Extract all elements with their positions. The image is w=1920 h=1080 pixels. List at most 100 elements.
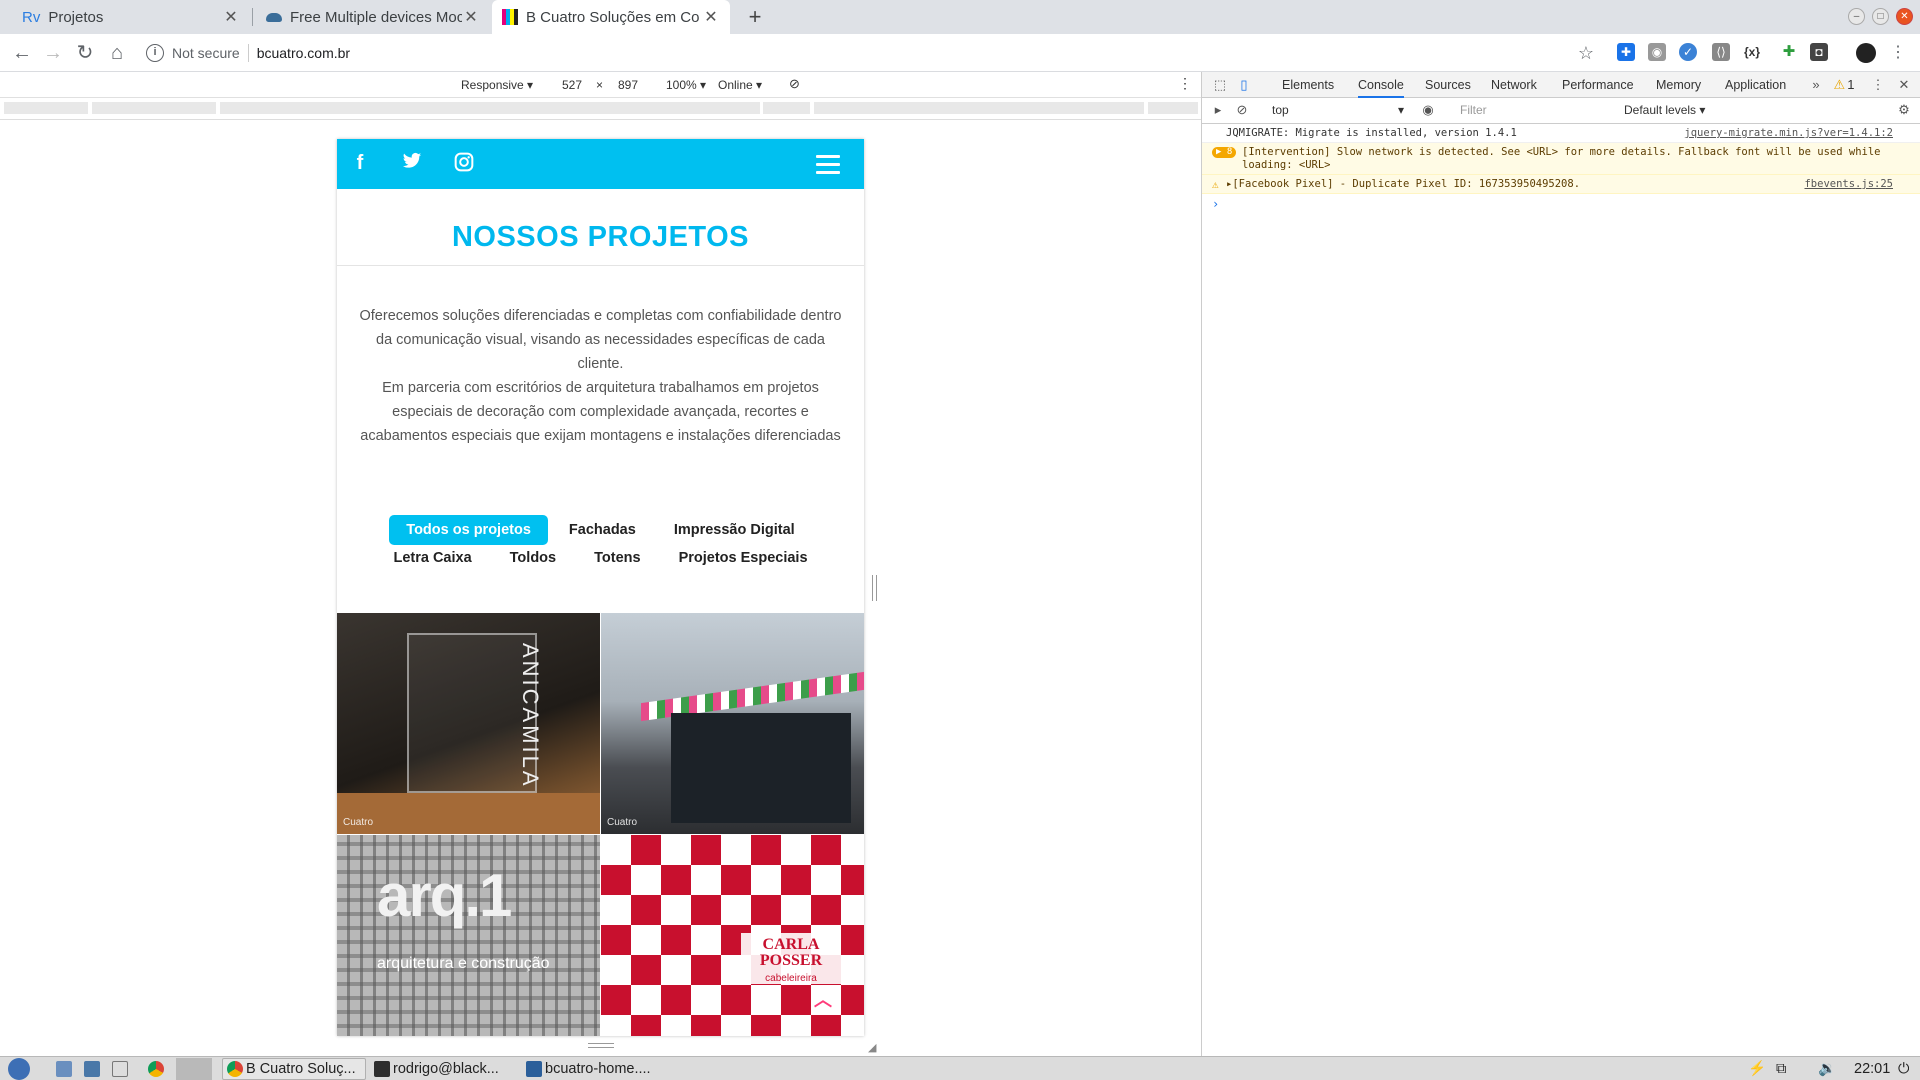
home-icon[interactable]: ⌂ [105,41,129,65]
media-query-segment[interactable] [4,102,88,114]
tab-memory[interactable]: Memory [1656,72,1701,98]
extension-plus-icon[interactable]: ✚ [1617,43,1635,61]
start-menu-icon[interactable] [8,1058,33,1080]
media-query-segment[interactable] [92,102,216,114]
close-tab-icon[interactable]: ✕ [222,7,240,27]
tab-network[interactable]: Network [1491,72,1537,98]
tab-bcuatro[interactable]: B Cuatro Soluções em Co ✕ [492,0,730,34]
resize-handle-bottom[interactable] [588,1043,614,1048]
inspect-element-icon[interactable]: ⬚ [1212,77,1228,93]
chrome-launcher-icon[interactable] [148,1058,167,1080]
scroll-to-top-icon[interactable]: ︿ [814,986,832,1012]
filter-fachadas[interactable]: Fachadas [552,515,653,545]
rotate-icon[interactable]: ⊘ [789,76,800,92]
workspace-switcher[interactable] [176,1058,212,1080]
omnibox-divider [247,44,249,62]
forward-arrow-icon[interactable]: → [41,41,65,65]
shutdown-icon[interactable]: ⏻ [1898,1058,1909,1080]
new-tab-button[interactable]: + [742,4,768,30]
source-link[interactable]: fbevents.js:25 [1804,178,1893,191]
source-link[interactable]: jquery-migrate.min.js?ver=1.4.1:2 [1684,127,1893,140]
task-editor[interactable]: bcuatro-home.... [526,1058,676,1080]
network-dropdown[interactable]: Online ▾ [718,78,762,92]
device-toggle-icon[interactable]: ▯ [1236,77,1252,93]
device-options-icon[interactable]: ⋮ [1178,75,1192,92]
clock[interactable]: 22:01 [1854,1058,1890,1080]
maximize-window-button[interactable]: □ [1872,8,1889,25]
close-tab-icon[interactable]: ✕ [702,7,720,27]
close-window-button[interactable]: ✕ [1896,8,1913,25]
network-icon[interactable]: ⧉ [1776,1058,1786,1080]
browser-tab-strip: Rv Projetos ✕ Free Multiple devices Moc … [0,0,1920,34]
power-bolt-icon[interactable]: ⚡ [1748,1058,1766,1080]
log-levels-dropdown[interactable]: Default levels ▾ [1624,103,1705,117]
reload-icon[interactable]: ↻ [73,41,97,65]
height-input[interactable]: 897 [618,78,638,92]
minimize-window-button[interactable]: – [1848,8,1865,25]
info-icon[interactable]: i [146,44,164,62]
facebook-icon[interactable]: f [347,152,373,175]
volume-icon[interactable]: 🔉 [1818,1058,1836,1080]
media-query-segment[interactable] [1148,102,1198,114]
eye-icon[interactable]: ◉ [1420,102,1436,118]
context-selector[interactable]: top ▾ [1272,103,1404,117]
task-chrome[interactable]: B Cuatro Soluç... [222,1058,366,1080]
media-query-segment[interactable] [763,102,810,114]
url-text[interactable]: bcuatro.com.br [257,45,350,61]
green-plus-icon[interactable]: ✚ [1780,43,1798,61]
devtools-menu-icon[interactable]: ⋮ [1870,77,1886,93]
tab-elements[interactable]: Elements [1282,72,1334,98]
zoom-dropdown[interactable]: 100% ▾ [666,78,706,92]
tab-sources[interactable]: Sources [1425,72,1471,98]
shield-icon[interactable]: ◘ [1810,43,1828,61]
camera-icon[interactable]: ◉ [1648,43,1666,61]
address-bar[interactable]: i Not secure bcuatro.com.br [146,38,1596,68]
media-query-segment[interactable] [814,102,1144,114]
tab-projetos[interactable]: Rv Projetos ✕ [12,0,250,34]
close-devtools-icon[interactable]: ✕ [1896,77,1912,93]
devtools-tabbar: ⬚ ▯ Elements Console Sources Network Per… [1202,72,1920,98]
tab-console[interactable]: Console [1358,72,1404,98]
tab-application[interactable]: Application [1725,72,1786,98]
back-arrow-icon[interactable]: ← [10,41,34,65]
clear-console-icon[interactable]: ⊘ [1234,102,1250,118]
filter-toldos[interactable]: Toldos [493,543,573,573]
project-tile[interactable]: Cuatro [601,613,864,834]
filter-all-projects[interactable]: Todos os projetos [389,515,548,545]
hamburger-menu-icon[interactable] [816,155,840,174]
settings-gear-icon[interactable]: ⚙ [1896,102,1912,118]
console-prompt[interactable]: › [1202,194,1920,214]
instagram-icon[interactable] [451,152,477,178]
tab-performance[interactable]: Performance [1562,72,1634,98]
twitter-icon[interactable] [399,152,425,176]
extension-badge-icon[interactable]: ✓ [1679,43,1697,61]
json-icon[interactable]: {x} [1743,43,1761,61]
warning-counter[interactable]: ⚠ 1 [1830,77,1858,93]
resize-handle-right[interactable] [872,575,877,601]
task-terminal[interactable]: rodrigo@black... [374,1058,518,1080]
desktop-icon[interactable] [84,1058,103,1080]
filter-impressao-digital[interactable]: Impressão Digital [657,515,812,545]
resize-handle-corner[interactable]: ◢ [868,1041,876,1054]
filter-projetos-especiais[interactable]: Projetos Especiais [662,543,825,573]
filter-letra-caixa[interactable]: Letra Caixa [376,543,488,573]
avatar[interactable] [1856,43,1876,63]
file-manager-icon[interactable] [56,1058,75,1080]
width-input[interactable]: 527 [562,78,582,92]
intro-text: Oferecemos soluções diferenciadas e comp… [359,308,842,444]
bookmark-star-icon[interactable]: ☆ [1574,41,1598,65]
window-icon[interactable] [112,1058,131,1080]
close-tab-icon[interactable]: ✕ [462,7,480,27]
filter-totens[interactable]: Totens [577,543,657,573]
code-icon[interactable]: ⟨⟩ [1712,43,1730,61]
console-filter-input[interactable]: Filter [1454,101,1614,119]
responsive-dropdown[interactable]: Responsive ▾ [461,78,533,92]
sidebar-toggle-icon[interactable]: ▸ [1210,102,1226,118]
more-tabs-icon[interactable]: » [1808,77,1824,93]
project-tile[interactable]: arq.1 arquitetura e construção [337,835,600,1036]
console-message[interactable]: ⚠ ▸[Facebook Pixel] - Duplicate Pixel ID… [1202,175,1920,194]
project-tile[interactable]: ANICAMILA Cuatro [337,613,600,834]
menu-dots-icon[interactable]: ⋮ [1886,41,1910,65]
tab-mockup[interactable]: Free Multiple devices Moc ✕ [256,0,490,34]
media-query-segment[interactable] [220,102,760,114]
